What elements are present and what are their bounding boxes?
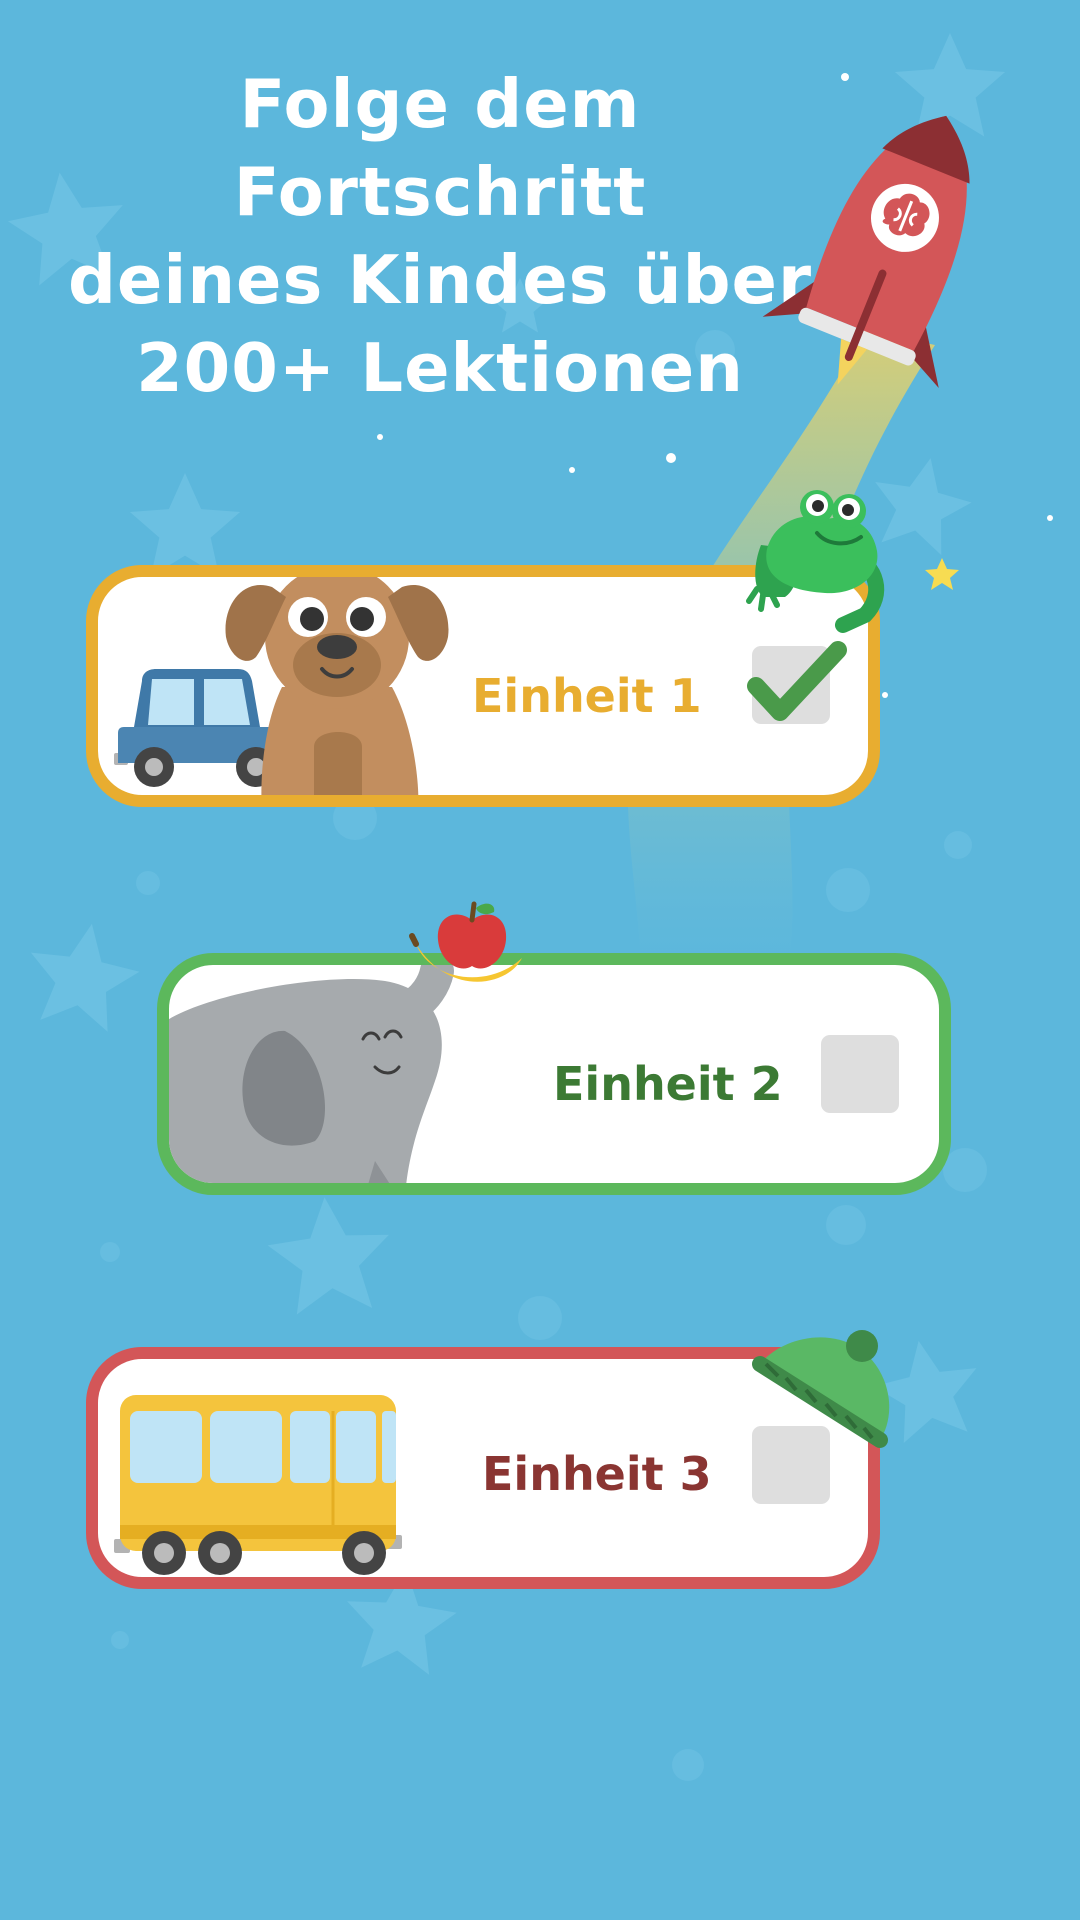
- hat-icon: [752, 1330, 890, 1448]
- unit-card-2[interactable]: Einheit 2: [157, 953, 951, 1195]
- star-icon: [925, 558, 959, 590]
- app-screen: Folge dem Fortschritt deines Kindes über…: [0, 0, 1080, 1920]
- unit-1-label: Einheit 1: [472, 669, 702, 723]
- elephant-icon: [169, 965, 454, 1183]
- rocket-icon: [762, 115, 970, 388]
- headline-line-2: deines Kindes über: [67, 241, 813, 319]
- unit-2-checkbox[interactable]: [821, 1035, 899, 1113]
- apple-icon: [437, 901, 507, 969]
- dog-icon: [225, 577, 449, 795]
- unit-2-label: Einheit 2: [553, 1057, 783, 1111]
- bus-icon: [114, 1395, 402, 1575]
- checkmark-icon: [747, 641, 847, 721]
- headline-line-1: Folge dem Fortschritt: [233, 65, 647, 231]
- frog-icon: [746, 490, 885, 633]
- unit-3-label: Einheit 3: [482, 1447, 712, 1501]
- page-title: Folge dem Fortschritt deines Kindes über…: [40, 60, 840, 412]
- headline-line-3: 200+ Lektionen: [136, 329, 744, 407]
